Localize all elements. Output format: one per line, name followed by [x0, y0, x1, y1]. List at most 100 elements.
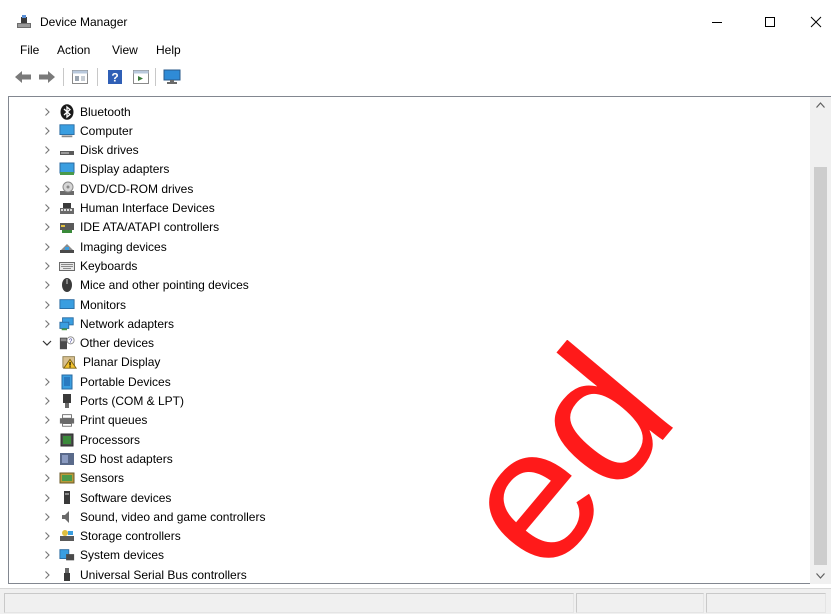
menu-file[interactable]: File — [20, 42, 39, 58]
tree-item-label: Software devices — [80, 490, 172, 505]
tree-item[interactable]: Display adapters — [41, 160, 169, 179]
svg-text:?: ? — [111, 71, 118, 85]
tree-item-label: Keyboards — [80, 258, 138, 273]
tree-item[interactable]: Software devices — [41, 488, 171, 507]
expand-chevron-icon[interactable] — [41, 221, 53, 233]
expand-chevron-icon[interactable] — [41, 549, 53, 561]
tree-item[interactable]: Universal Serial Bus controllers — [41, 565, 247, 584]
expand-chevron-icon[interactable] — [41, 318, 53, 330]
expand-chevron-icon[interactable] — [41, 279, 53, 291]
toolbar: ? — [0, 62, 831, 92]
menu-action[interactable]: Action — [57, 42, 90, 58]
minimize-button[interactable] — [697, 8, 737, 36]
expand-chevron-icon[interactable] — [41, 183, 53, 195]
expand-chevron-icon[interactable] — [41, 202, 53, 214]
menu-view[interactable]: View — [112, 42, 138, 58]
tree-item-label: Mice and other pointing devices — [80, 278, 249, 293]
tree-item-label: Network adapters — [80, 316, 175, 331]
vertical-scrollbar[interactable] — [810, 97, 831, 584]
run-button[interactable] — [130, 66, 152, 88]
expand-chevron-icon[interactable] — [41, 260, 53, 272]
tree-item-label: Universal Serial Bus controllers — [80, 567, 247, 582]
tree-item[interactable]: Bluetooth — [41, 102, 131, 121]
expand-chevron-icon[interactable] — [41, 453, 53, 465]
expand-chevron-icon[interactable] — [41, 434, 53, 446]
tree-item-label: Sound, video and game controllers — [80, 509, 266, 524]
expand-chevron-icon[interactable] — [41, 106, 53, 118]
tree-item-label: Bluetooth — [80, 104, 131, 119]
expand-chevron-icon[interactable] — [41, 492, 53, 504]
mouse-icon — [59, 277, 75, 293]
scroll-down-button[interactable] — [810, 568, 831, 584]
maximize-icon — [765, 17, 775, 27]
close-button[interactable] — [796, 8, 831, 36]
forward-icon — [39, 71, 55, 83]
tree-item-label: Disk drives — [80, 143, 139, 158]
expand-chevron-icon[interactable] — [41, 511, 53, 523]
toolbar-separator — [63, 68, 64, 86]
tree-item[interactable]: Sound, video and game controllers — [41, 507, 265, 526]
expand-chevron-icon[interactable] — [41, 472, 53, 484]
tree-item[interactable]: Computer — [41, 121, 133, 140]
tree-item[interactable]: Storage controllers — [41, 527, 181, 546]
tree-item[interactable]: Sensors — [41, 469, 124, 488]
tree-item[interactable]: Keyboards — [41, 256, 137, 275]
menu-help[interactable]: Help — [156, 42, 181, 58]
tree-item[interactable]: Processors — [41, 430, 140, 449]
tree-item-label: DVD/CD-ROM drives — [80, 181, 194, 196]
tree-item[interactable]: Network adapters — [41, 314, 174, 333]
tree-item[interactable]: Portable Devices — [41, 372, 171, 391]
tree-item[interactable]: Planar Display — [62, 353, 160, 372]
tree-item[interactable]: Human Interface Devices — [41, 199, 215, 218]
dvd-drive-icon — [59, 181, 75, 197]
tree-item[interactable]: Imaging devices — [41, 237, 167, 256]
bluetooth-icon — [59, 103, 75, 120]
scroll-thumb[interactable] — [814, 167, 827, 565]
expand-chevron-icon[interactable] — [41, 569, 53, 581]
toolbar-separator — [155, 68, 156, 86]
tree-item[interactable]: ? Other devices — [41, 334, 154, 353]
collapse-chevron-icon[interactable] — [41, 337, 53, 349]
scroll-up-button[interactable] — [810, 97, 831, 113]
software-device-icon — [59, 490, 75, 506]
tree-item[interactable]: Monitors — [41, 295, 126, 314]
status-cell-tertiary — [706, 593, 826, 613]
forward-button[interactable] — [36, 66, 58, 88]
unknown-device-icon: ? — [59, 335, 75, 351]
minimize-icon — [712, 22, 722, 23]
printer-icon — [59, 412, 75, 428]
processor-icon — [59, 432, 75, 448]
properties-button[interactable] — [69, 66, 91, 88]
tree-item-label: Sensors — [80, 471, 125, 486]
tree-item[interactable]: Disk drives — [41, 141, 139, 160]
storage-controller-icon — [59, 528, 75, 544]
sd-adapter-icon — [59, 451, 75, 467]
expand-chevron-icon[interactable] — [41, 530, 53, 542]
tree-item[interactable]: DVD/CD-ROM drives — [41, 179, 193, 198]
tree-item[interactable]: IDE ATA/ATAPI controllers — [41, 218, 219, 237]
help-button[interactable]: ? — [104, 66, 126, 88]
expand-chevron-icon[interactable] — [41, 144, 53, 156]
hid-icon — [59, 200, 75, 216]
device-tree[interactable]: Bluetooth Computer Disk drives Display adap… — [9, 101, 815, 585]
expand-chevron-icon[interactable] — [41, 241, 53, 253]
expand-chevron-icon[interactable] — [41, 414, 53, 426]
scan-hardware-button[interactable] — [161, 66, 183, 88]
tree-item-label: IDE ATA/ATAPI controllers — [80, 220, 220, 235]
title-bar: Device Manager — [0, 0, 831, 40]
tree-item[interactable]: Mice and other pointing devices — [41, 276, 249, 295]
tree-item[interactable]: Print queues — [41, 411, 147, 430]
tree-item-label: System devices — [80, 548, 165, 563]
expand-chevron-icon[interactable] — [41, 125, 53, 137]
back-button[interactable] — [12, 66, 34, 88]
expand-chevron-icon[interactable] — [41, 376, 53, 388]
properties-icon — [72, 70, 88, 84]
tree-item[interactable]: System devices — [41, 546, 164, 565]
expand-chevron-icon[interactable] — [41, 299, 53, 311]
tree-item[interactable]: Ports (COM & LPT) — [41, 392, 184, 411]
tree-item-label: Display adapters — [80, 162, 170, 177]
maximize-button[interactable] — [750, 8, 790, 36]
tree-item[interactable]: SD host adapters — [41, 449, 173, 468]
expand-chevron-icon[interactable] — [41, 395, 53, 407]
expand-chevron-icon[interactable] — [41, 163, 53, 175]
